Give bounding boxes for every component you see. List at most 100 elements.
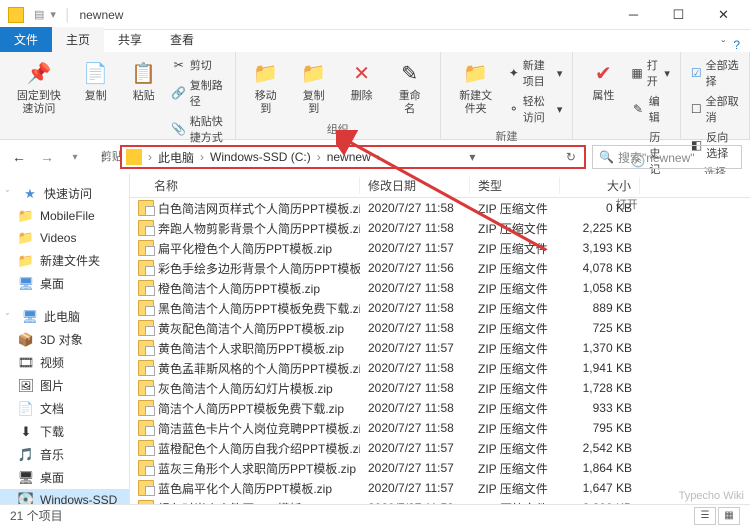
chevron-right-icon[interactable]: › bbox=[375, 150, 383, 164]
file-row[interactable]: 橙色简洁个人简历PPT模板.zip2020/7/27 11:58ZIP 压缩文件… bbox=[130, 278, 750, 298]
col-size[interactable]: 大小 bbox=[560, 177, 640, 194]
zip-file-icon bbox=[138, 260, 154, 276]
crumb-drive[interactable]: Windows-SSD (C:) bbox=[206, 150, 315, 164]
search-icon: 🔍 bbox=[599, 150, 614, 164]
pasteshortcut-button[interactable]: 📎粘贴快捷方式 bbox=[170, 112, 227, 146]
crumb-folder[interactable]: newnew bbox=[323, 150, 375, 164]
sidebar-item[interactable]: 📁MobileFile bbox=[0, 205, 129, 227]
file-row[interactable]: 黄色孟菲斯风格的个人简历PPT模板.zip2020/7/27 11:58ZIP … bbox=[130, 358, 750, 378]
rename-button[interactable]: ✎重命名 bbox=[388, 56, 432, 118]
copy-button[interactable]: 📄复制 bbox=[74, 56, 118, 105]
chevron-right-icon[interactable]: › bbox=[315, 150, 323, 164]
maximize-button[interactable]: ☐ bbox=[656, 0, 701, 30]
newfolder-button[interactable]: 📁新建文件夹 bbox=[449, 56, 503, 118]
qat-dropdown-icon[interactable]: ▾ bbox=[50, 8, 56, 21]
sidebar-item-ssd[interactable]: 💽Windows-SSD bbox=[0, 489, 129, 504]
tab-home[interactable]: 主页 bbox=[52, 27, 104, 52]
col-name[interactable]: 名称 bbox=[130, 177, 360, 194]
chevron-right-icon[interactable]: › bbox=[146, 150, 154, 164]
zip-file-icon bbox=[138, 340, 154, 356]
tab-view[interactable]: 查看 bbox=[156, 27, 208, 52]
open-button[interactable]: ▦打开 ▾ bbox=[629, 56, 672, 90]
minimize-button[interactable]: ─ bbox=[611, 0, 656, 30]
sidebar-item[interactable]: 🎞视频 bbox=[0, 351, 129, 374]
item-count: 21 个项目 bbox=[10, 507, 63, 524]
statusbar: 21 个项目 ☰ ▦ bbox=[0, 504, 750, 526]
copyto-button[interactable]: 📁复制到 bbox=[292, 56, 336, 118]
zip-file-icon bbox=[138, 400, 154, 416]
newitem-button[interactable]: ✦新建项目 ▾ bbox=[507, 56, 565, 90]
file-row[interactable]: 蓝色扁平化个人简历PPT模板.zip2020/7/27 11:57ZIP 压缩文… bbox=[130, 478, 750, 498]
properties-button[interactable]: ✔属性 bbox=[581, 56, 625, 105]
recent-dropdown-icon[interactable]: ▾ bbox=[64, 146, 86, 168]
copypath-button[interactable]: 🔗复制路径 bbox=[170, 76, 227, 110]
file-row[interactable]: 黑色简洁个人简历PPT模板免费下载.zip2020/7/27 11:58ZIP … bbox=[130, 298, 750, 318]
chevron-right-icon[interactable]: › bbox=[198, 150, 206, 164]
zip-file-icon bbox=[138, 360, 154, 376]
sidebar-item[interactable]: 📦3D 对象 bbox=[0, 328, 129, 351]
tab-file[interactable]: 文件 bbox=[0, 27, 52, 52]
cut-button[interactable]: ✂剪切 bbox=[170, 56, 227, 74]
zip-file-icon bbox=[138, 420, 154, 436]
zip-file-icon bbox=[138, 240, 154, 256]
zip-file-icon bbox=[138, 280, 154, 296]
sidebar-thispc[interactable]: ˇ🖥此电脑 bbox=[0, 305, 129, 328]
sidebar-item[interactable]: 🖥桌面 bbox=[0, 272, 129, 295]
breadcrumb-path[interactable]: › 此电脑 › Windows-SSD (C:) › newnew › ▾ ↻ bbox=[120, 145, 586, 169]
file-row[interactable]: 扁平化橙色个人简历PPT模板.zip2020/7/27 11:57ZIP 压缩文… bbox=[130, 238, 750, 258]
file-row[interactable]: 蓝橙配色个人简历自我介绍PPT模板.zip2020/7/27 11:57ZIP … bbox=[130, 438, 750, 458]
zip-file-icon bbox=[138, 500, 154, 504]
col-date[interactable]: 修改日期 bbox=[360, 177, 470, 194]
sidebar-item[interactable]: 🎵音乐 bbox=[0, 443, 129, 466]
delete-button[interactable]: ✕删除 bbox=[340, 56, 384, 105]
edit-button[interactable]: ✎编辑 bbox=[629, 92, 672, 126]
up-button[interactable]: ↑ bbox=[92, 146, 114, 168]
ribbon-expand-icon[interactable]: ˇ bbox=[721, 38, 725, 52]
file-row[interactable]: 彩色手绘多边形背景个人简历PPT模板.zip2020/7/27 11:56ZIP… bbox=[130, 258, 750, 278]
addressbar: ← → ▾ ↑ › 此电脑 › Windows-SSD (C:) › newne… bbox=[0, 140, 750, 174]
qat-icon[interactable]: ▤ bbox=[34, 8, 44, 21]
easyaccess-button[interactable]: ⚬轻松访问 ▾ bbox=[507, 92, 565, 126]
paste-button[interactable]: 📋粘贴 bbox=[122, 56, 166, 105]
ribbon: 📌 固定到快速访问 📄复制 📋粘贴 ✂剪切 🔗复制路径 📎粘贴快捷方式 剪贴板 … bbox=[0, 52, 750, 140]
path-dropdown-icon[interactable]: ▾ bbox=[465, 150, 479, 164]
view-icons-button[interactable]: ▦ bbox=[718, 507, 740, 525]
close-button[interactable]: ✕ bbox=[701, 0, 746, 30]
sidebar-item[interactable]: 🖥桌面 bbox=[0, 466, 129, 489]
zip-file-icon bbox=[138, 300, 154, 316]
crumb-thispc[interactable]: 此电脑 bbox=[154, 149, 198, 166]
tab-share[interactable]: 共享 bbox=[104, 27, 156, 52]
pin-quickaccess-button[interactable]: 📌 固定到快速访问 bbox=[8, 56, 70, 118]
sidebar-quickaccess[interactable]: ˇ★快速访问 bbox=[0, 182, 129, 205]
refresh-icon[interactable]: ↻ bbox=[562, 150, 580, 164]
file-row[interactable]: 灰色简洁个人简历幻灯片模板.zip2020/7/27 11:58ZIP 压缩文件… bbox=[130, 378, 750, 398]
sidebar-item[interactable]: 🖼图片 bbox=[0, 374, 129, 397]
sidebar-item[interactable]: 📄文档 bbox=[0, 397, 129, 420]
sidebar-item[interactable]: 📁Videos bbox=[0, 227, 129, 249]
file-row[interactable]: 蓝灰三角形个人求职简历PPT模板.zip2020/7/27 11:57ZIP 压… bbox=[130, 458, 750, 478]
file-row[interactable]: 简洁蓝色卡片个人岗位竞聘PPT模板.zip2020/7/27 11:58ZIP … bbox=[130, 418, 750, 438]
view-details-button[interactable]: ☰ bbox=[694, 507, 716, 525]
zip-file-icon bbox=[138, 320, 154, 336]
help-icon[interactable]: ? bbox=[733, 38, 740, 52]
file-row[interactable]: 奔跑人物剪影背景个人简历PPT模板.zip2020/7/27 11:58ZIP … bbox=[130, 218, 750, 238]
window-title: newnew bbox=[79, 8, 123, 22]
file-row[interactable]: 简洁个人简历PPT模板免费下载.zip2020/7/27 11:58ZIP 压缩… bbox=[130, 398, 750, 418]
file-row[interactable]: 黄灰配色简洁个人简历PPT模板.zip2020/7/27 11:58ZIP 压缩… bbox=[130, 318, 750, 338]
selectall-button[interactable]: ☑全部选择 bbox=[689, 56, 741, 90]
moveto-button[interactable]: 📁移动到 bbox=[244, 56, 288, 118]
ribbon-tabs: 文件 主页 共享 查看 ˇ ? bbox=[0, 30, 750, 52]
search-input[interactable]: 🔍 搜索"newnew" bbox=[592, 145, 742, 169]
back-button[interactable]: ← bbox=[8, 146, 30, 168]
file-row[interactable]: 绿色时尚个人简历PPT模板.zip2020/7/27 11:58ZIP 压缩文件… bbox=[130, 498, 750, 504]
zip-file-icon bbox=[138, 460, 154, 476]
file-row[interactable]: 黄色简洁个人求职简历PPT模板.zip2020/7/27 11:57ZIP 压缩… bbox=[130, 338, 750, 358]
file-row[interactable]: 白色简洁网页样式个人简历PPT模板.zip2020/7/27 11:58ZIP … bbox=[130, 198, 750, 218]
selectnone-button[interactable]: ☐全部取消 bbox=[689, 92, 741, 126]
zip-file-icon bbox=[138, 480, 154, 496]
forward-button[interactable]: → bbox=[36, 146, 58, 168]
sidebar-item[interactable]: 📁新建文件夹 bbox=[0, 249, 129, 272]
sidebar: ˇ★快速访问 📁MobileFile 📁Videos 📁新建文件夹 🖥桌面 ˇ🖥… bbox=[0, 174, 130, 504]
sidebar-item[interactable]: ⬇下载 bbox=[0, 420, 129, 443]
col-type[interactable]: 类型 bbox=[470, 177, 560, 194]
